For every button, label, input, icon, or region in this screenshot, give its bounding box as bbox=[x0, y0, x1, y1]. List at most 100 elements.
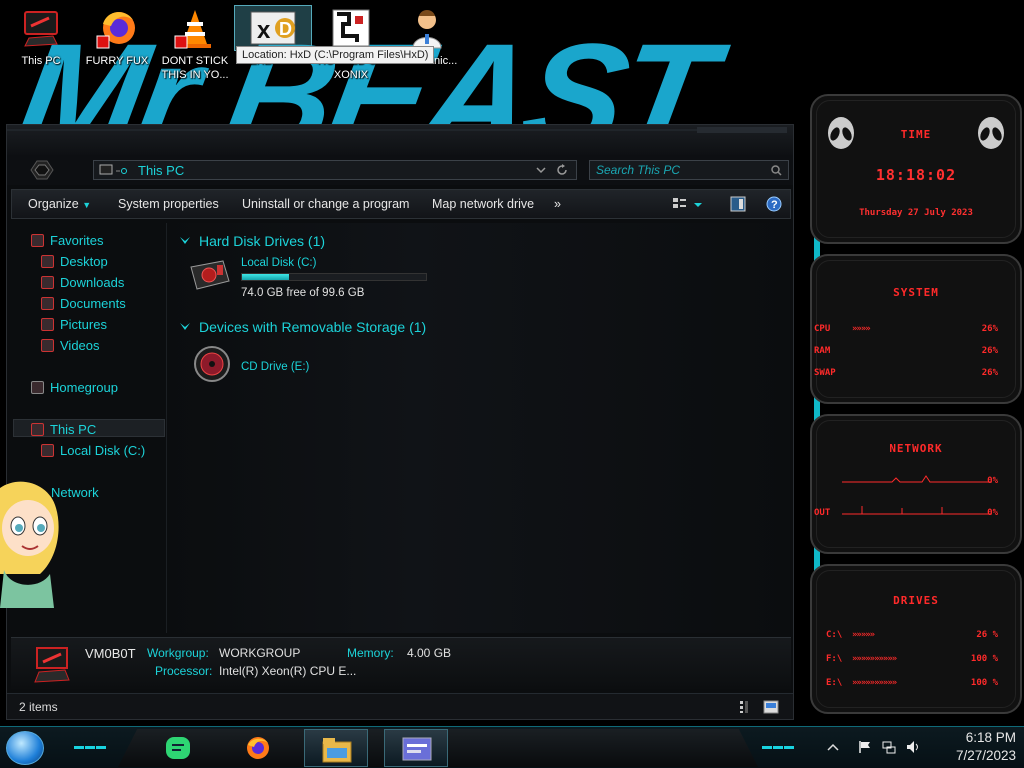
drives-row-arrows: »»»»» bbox=[852, 630, 875, 640]
group-header-label: Devices with Removable Storage (1) bbox=[199, 319, 427, 335]
preview-pane-icon[interactable] bbox=[730, 196, 746, 212]
system-properties-button[interactable]: System properties bbox=[118, 197, 219, 211]
firefox-icon bbox=[95, 6, 139, 50]
refresh-icon[interactable] bbox=[556, 164, 568, 176]
clock-time: 6:18 PM bbox=[965, 730, 1016, 745]
address-bar[interactable]: This PC bbox=[93, 160, 577, 180]
organize-label: Organize bbox=[28, 197, 79, 211]
nav-favorites[interactable]: Favorites bbox=[31, 233, 103, 251]
nav-label: Favorites bbox=[50, 233, 104, 248]
processor-value: Intel(R) Xeon(R) CPU E... bbox=[219, 664, 357, 678]
drive-capacity-fill bbox=[242, 274, 290, 280]
chevron-down-icon bbox=[180, 323, 190, 330]
gadgets-sidebar: TIME 18:18:02 Thursday 27 July 2023 SYST… bbox=[796, 94, 1024, 726]
processor-label: Processor: bbox=[155, 664, 213, 678]
taskbar-app-control-panel[interactable] bbox=[384, 729, 448, 767]
organize-button[interactable]: Organize ▼ bbox=[28, 197, 91, 211]
nav-label: This PC bbox=[50, 422, 97, 437]
taskbar-clock[interactable]: 6:18 PM 7/27/2023 bbox=[956, 729, 1016, 765]
nav-homegroup[interactable]: Homegroup bbox=[31, 380, 118, 398]
network-out-graph bbox=[842, 506, 992, 515]
desktop: Mr BEAST This PC FURRY FUX DONT STICK TH… bbox=[0, 0, 1024, 768]
memory-value: 4.00 GB bbox=[407, 646, 452, 660]
start-button[interactable] bbox=[6, 731, 44, 765]
nav-this-pc[interactable]: This PC bbox=[31, 422, 96, 440]
time-gadget-title: TIME bbox=[900, 128, 932, 141]
address-row: This PC bbox=[7, 155, 793, 185]
nav-documents[interactable]: Documents bbox=[41, 296, 126, 314]
more-commands-button[interactable]: » bbox=[554, 197, 561, 211]
chevron-down-icon: ▼ bbox=[82, 200, 92, 210]
nav-label: Documents bbox=[60, 296, 126, 311]
drives-row-value: 100 % bbox=[970, 654, 998, 664]
file-explorer-icon bbox=[322, 738, 352, 763]
drive-local-disk-c[interactable]: Local Disk (C:) 74.0 GB free of 99.6 GB bbox=[189, 257, 449, 299]
window-title-bar[interactable] bbox=[7, 125, 793, 155]
drive-icon bbox=[41, 444, 54, 457]
volume-icon[interactable] bbox=[906, 740, 920, 754]
group-header-hard-disks[interactable]: Hard Disk Drives (1) bbox=[179, 233, 325, 249]
nav-label: Homegroup bbox=[50, 380, 118, 395]
back-forward-button[interactable] bbox=[23, 157, 61, 183]
details-view-icon[interactable] bbox=[739, 700, 749, 714]
videos-icon bbox=[41, 339, 54, 352]
drives-row-value: 26 % bbox=[976, 630, 998, 640]
workgroup-value: WORKGROUP bbox=[219, 646, 301, 660]
nav-desktop[interactable]: Desktop bbox=[41, 254, 108, 272]
status-bar: 2 items bbox=[7, 693, 793, 719]
clock-date: 7/27/2023 bbox=[955, 748, 1016, 763]
desktop-icon-xonix[interactable]: HOOKED ON XONIX bbox=[312, 6, 390, 82]
map-network-drive-button[interactable]: Map network drive bbox=[432, 197, 534, 211]
desktop-icon-furry-fux[interactable]: FURRY FUX bbox=[78, 6, 156, 68]
drives-gadget[interactable]: DRIVES C:\ »»»»» 26 % F:\ »»»»»»»»»» 100… bbox=[810, 564, 1022, 714]
nav-local-disk[interactable]: Local Disk (C:) bbox=[41, 443, 145, 461]
drives-row-arrows: »»»»»»»»»» bbox=[852, 654, 897, 664]
nav-label: Pictures bbox=[60, 317, 107, 332]
drives-row-value: 100 % bbox=[970, 678, 998, 688]
nav-downloads[interactable]: Downloads bbox=[41, 275, 124, 293]
workgroup-label: Workgroup: bbox=[147, 646, 209, 660]
show-hidden-icons-icon[interactable] bbox=[826, 740, 840, 754]
drive-cd-e[interactable]: CD Drive (E:) bbox=[193, 345, 343, 385]
desktop-icon-this-pc[interactable]: This PC bbox=[2, 6, 80, 68]
system-panel-icon bbox=[402, 737, 432, 761]
network-row-value: 0% bbox=[987, 508, 998, 518]
help-icon[interactable]: ? bbox=[766, 196, 782, 212]
svg-text:x: x bbox=[257, 17, 271, 44]
action-center-flag-icon[interactable] bbox=[858, 740, 872, 754]
group-header-removable[interactable]: Devices with Removable Storage (1) bbox=[179, 319, 426, 335]
network-icon[interactable] bbox=[882, 740, 896, 754]
hxd-icon: xD bbox=[234, 5, 312, 51]
desktop-icon-label: DONT STICK THIS IN YO... bbox=[161, 55, 229, 81]
drive-name: CD Drive (E:) bbox=[241, 361, 310, 373]
system-gadget-title: SYSTEM bbox=[893, 286, 939, 299]
time-gadget[interactable]: TIME 18:18:02 Thursday 27 July 2023 bbox=[810, 94, 1022, 244]
nav-label: Local Disk (C:) bbox=[60, 443, 146, 458]
taskbar-app-messenger[interactable] bbox=[146, 729, 210, 767]
drives-row-label: E:\ bbox=[826, 678, 843, 688]
nav-label: Downloads bbox=[60, 275, 125, 290]
search-icon[interactable] bbox=[771, 165, 782, 176]
computer-icon bbox=[34, 647, 70, 683]
taskbar-decoration: ▬▬▬ bbox=[74, 741, 107, 752]
network-gadget[interactable]: NETWORK 0% OUT 0% bbox=[810, 414, 1022, 554]
drives-row-arrows: »»»»»»»»»» bbox=[852, 678, 897, 688]
nav-pictures[interactable]: Pictures bbox=[41, 317, 107, 335]
search-input[interactable] bbox=[596, 163, 766, 177]
view-options-icon[interactable] bbox=[672, 197, 704, 213]
system-gadget[interactable]: SYSTEM CPU »»»» 26% RAM 26% SWAP 26% bbox=[810, 254, 1022, 404]
nav-label: Videos bbox=[60, 338, 100, 353]
uninstall-program-button[interactable]: Uninstall or change a program bbox=[242, 197, 409, 211]
computer-icon bbox=[19, 6, 63, 50]
address-text: This PC bbox=[138, 163, 185, 178]
firefox-icon bbox=[247, 737, 269, 759]
title-bevel bbox=[697, 127, 787, 133]
computer-icon bbox=[31, 423, 44, 436]
taskbar-app-firefox[interactable] bbox=[226, 729, 290, 767]
nav-videos[interactable]: Videos bbox=[41, 338, 100, 356]
character-decoration bbox=[0, 481, 59, 608]
taskbar-app-explorer[interactable] bbox=[304, 729, 368, 767]
desktop-icon-dont-stick[interactable]: DONT STICK THIS IN YO... bbox=[156, 6, 234, 82]
chevron-down-icon[interactable] bbox=[536, 166, 546, 174]
large-icons-view-icon[interactable] bbox=[763, 700, 779, 714]
